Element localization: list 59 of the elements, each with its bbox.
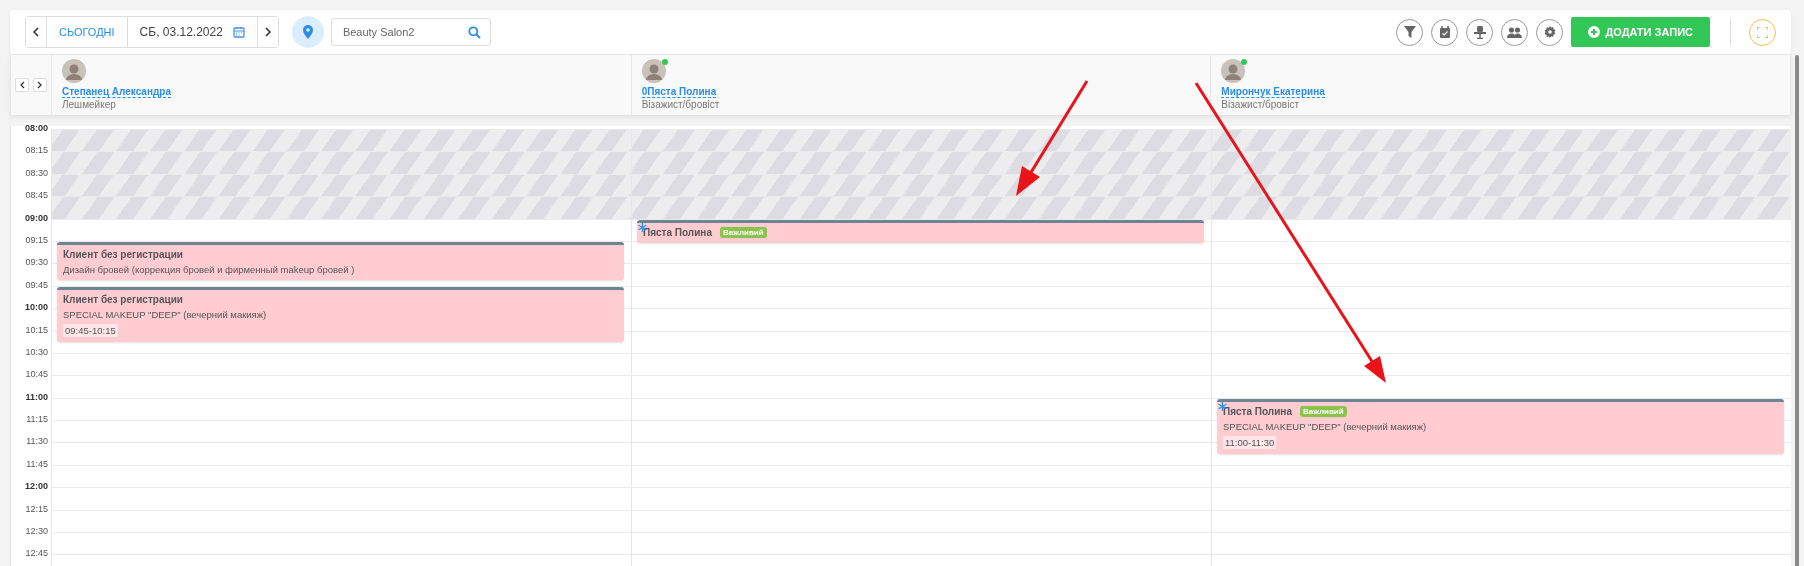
appointment-card[interactable]: Пяста Полина Важливий <box>637 219 1204 243</box>
appointment-card[interactable]: Клиент без регистрации Дизайн бровей (коррекция бровей и фирменный makeup бровей ) <box>57 241 624 280</box>
chevron-left-icon <box>32 27 40 37</box>
staff-name-link[interactable]: 0Пяста Полина <box>641 86 717 98</box>
settings-button[interactable] <box>1536 18 1564 46</box>
service-name: SPECIAL MAKEUP "DEEP" (вечерний макияж) <box>1223 420 1427 432</box>
tag-label: Важливий <box>720 226 767 238</box>
calendar-check-icon <box>1438 26 1451 38</box>
staff-name-link[interactable]: Степанец Александра <box>62 86 171 98</box>
time-label: 10:15 <box>25 324 48 336</box>
time-label: 09:45 <box>25 279 48 291</box>
chevron-right-icon <box>263 27 272 37</box>
location-pin-icon <box>302 25 313 39</box>
filter-icon <box>1403 26 1416 38</box>
service-name: Дизайн бровей (коррекция бровей и фирменный makeup бровей ) <box>63 263 355 275</box>
client-name: Клиент без регистрации <box>63 293 183 305</box>
avatar-icon <box>1221 59 1246 83</box>
chair-icon <box>1473 25 1486 39</box>
salon-search-field[interactable]: Beauty Salon2 <box>330 18 491 46</box>
time-label: 08:00 <box>24 123 48 134</box>
previous-day-button[interactable] <box>26 17 47 47</box>
time-label: 10:30 <box>25 346 48 358</box>
search-icon <box>467 26 481 39</box>
plus-circle-icon <box>1588 26 1601 38</box>
workplace-button[interactable] <box>1466 18 1494 46</box>
appointment-card[interactable]: Пяста Полина Важливий SPECIAL MAKEUP "DEEP" (вечерний макияж) 11:00-11:30 <box>1217 398 1784 454</box>
time-label: 08:30 <box>25 167 48 179</box>
chevron-right-icon <box>37 81 43 89</box>
location-button[interactable] <box>291 16 324 48</box>
tag-label: Важливий <box>1300 405 1347 417</box>
staff-role: Візажист/бровіст <box>1221 99 1299 110</box>
next-staff-button[interactable] <box>33 78 47 92</box>
client-name: Пяста Полина <box>643 226 712 238</box>
users-icon <box>1507 26 1523 38</box>
service-name: SPECIAL MAKEUP "DEEP" (вечерний макияж) <box>63 308 267 320</box>
scrollbar[interactable] <box>1795 55 1799 566</box>
previous-staff-button[interactable] <box>15 78 29 92</box>
avatar-icon <box>62 59 86 83</box>
time-label: 11:00 <box>25 391 48 403</box>
time-label: 09:00 <box>24 212 48 224</box>
calendar-button[interactable] <box>1431 18 1459 46</box>
client-name: Клиент без регистрации <box>63 248 183 260</box>
appointment-time: 11:00-11:30 <box>1223 435 1277 449</box>
fullscreen-icon <box>1757 26 1768 38</box>
appointment-time: 09:45-10:15 <box>63 323 118 337</box>
time-label: 11:45 <box>26 458 48 470</box>
time-label: 12:15 <box>25 503 48 515</box>
calendar-icon <box>232 26 245 38</box>
time-label: 09:15 <box>25 234 48 246</box>
avatar-icon <box>641 59 666 83</box>
chevron-left-icon <box>19 81 25 89</box>
staff-button[interactable] <box>1501 18 1529 46</box>
filter-button[interactable] <box>1396 18 1424 46</box>
staff-role: Візажист/бровіст <box>641 99 720 110</box>
client-name: Пяста Полина <box>1223 405 1292 417</box>
staff-name-link[interactable]: Мирончук Екатерина <box>1221 86 1325 98</box>
settings-icon <box>1543 26 1556 38</box>
appointment-card[interactable]: Клиент без регистрации SPECIAL MAKEUP "DEEP" (вечерний макияж) 09:45-10:15 <box>57 286 624 342</box>
staff-role: Лешмейкер <box>62 99 116 110</box>
